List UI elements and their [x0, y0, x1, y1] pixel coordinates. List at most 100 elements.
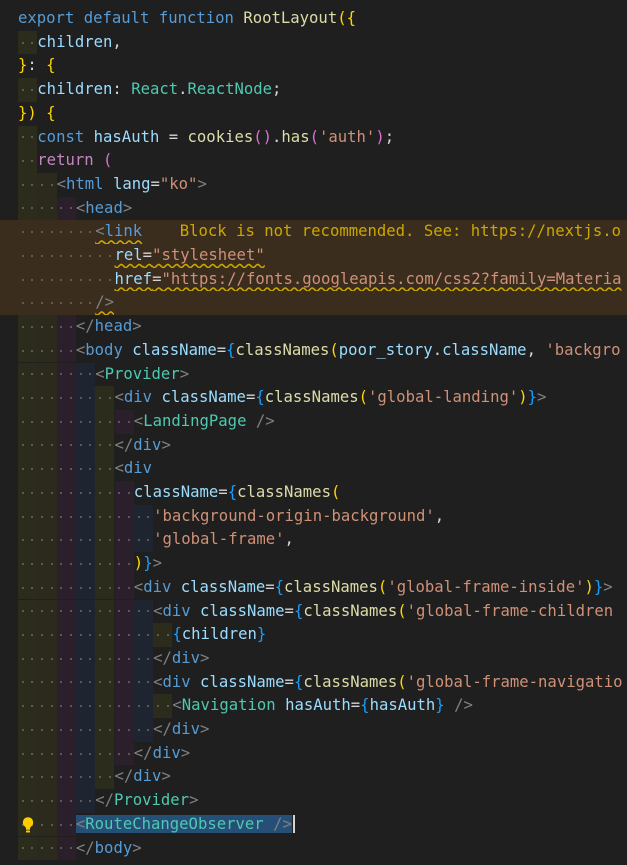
code-line[interactable]: </div> — [0, 741, 627, 766]
whitespace-dot — [70, 728, 73, 731]
whitespace-dot — [108, 254, 111, 257]
code-line[interactable]: <Navigation hasAuth={hasAuth} /> — [0, 694, 627, 718]
code-line[interactable]: <div className={classNames('global-frame… — [0, 599, 627, 624]
whitespace-dot — [79, 562, 82, 565]
code-token: , — [284, 530, 294, 549]
code-token: { — [46, 56, 56, 75]
whitespace-dot — [147, 515, 150, 518]
code-token: : — [27, 56, 47, 75]
code-line[interactable]: className={classNames( — [0, 481, 627, 505]
whitespace-dot — [41, 657, 44, 660]
whitespace-dot — [79, 705, 82, 708]
code-line[interactable]: rel="stylesheet" — [0, 244, 627, 268]
whitespace-dot — [127, 634, 130, 637]
code-line[interactable]: }: { — [0, 54, 627, 78]
code-token: hasAuth — [369, 696, 436, 715]
code-token: { — [293, 672, 304, 691]
code-token: > — [603, 577, 613, 596]
code-line[interactable]: children, — [0, 30, 627, 55]
whitespace-dot — [21, 349, 24, 352]
code-line[interactable]: <div — [0, 457, 627, 481]
code-text: <LandingPage /> — [134, 410, 275, 434]
code-line[interactable]: 'background-origin-background', — [0, 504, 627, 529]
code-text: const hasAuth = cookies().has('auth'); — [37, 126, 394, 150]
indent-guide — [18, 504, 38, 529]
code-line[interactable]: {children} — [0, 623, 627, 647]
code-token: < — [172, 696, 182, 715]
whitespace-dot — [50, 823, 53, 826]
lightbulb-icon[interactable] — [20, 816, 36, 834]
code-line[interactable]: <body className={classNames(poor_story.c… — [0, 338, 627, 363]
code-line[interactable]: <RouteChangeObserver /> — [0, 812, 627, 837]
code-token: div — [171, 720, 201, 738]
code-token: { — [274, 577, 285, 596]
code-line[interactable]: <LandingPage /> — [0, 409, 627, 434]
whitespace-dot — [108, 657, 111, 660]
code-token: > — [200, 720, 210, 738]
code-text: </div> — [115, 434, 171, 458]
code-line[interactable]: </div> — [0, 646, 627, 671]
code-token: = — [159, 127, 188, 146]
whitespace-dot — [41, 349, 44, 352]
code-token: > — [161, 767, 171, 786]
code-token: < — [133, 577, 144, 596]
indent-guide — [133, 670, 154, 695]
code-text: }: { — [18, 54, 56, 78]
indent-guide — [75, 528, 96, 553]
indent-guide — [133, 646, 154, 671]
code-line[interactable]: export default function RootLayout({ — [0, 7, 627, 31]
code-line[interactable]: </head> — [0, 315, 627, 339]
code-line[interactable]: <div className={classNames('global-frame… — [0, 575, 627, 600]
code-line[interactable]: return ( — [0, 149, 627, 173]
code-token: < — [75, 198, 86, 217]
code-line[interactable]: <link Block is not recommended. See: http… — [0, 220, 627, 244]
code-line[interactable]: href="https://fonts.googleapis.com/css2?… — [0, 267, 627, 292]
code-line[interactable]: const hasAuth = cookies().has('auth'); — [0, 125, 627, 150]
indent-guide — [133, 718, 154, 742]
code-line[interactable]: </Provider> — [0, 789, 627, 813]
indent-guide — [18, 30, 38, 55]
indent-guide — [75, 741, 96, 766]
code-line[interactable]: <head> — [0, 196, 627, 221]
code-line[interactable]: <Provider> — [0, 362, 627, 387]
code-token: has — [281, 127, 310, 146]
whitespace-dot — [79, 420, 82, 423]
warning-squiggle: rel="stylesheet" — [115, 246, 265, 264]
code-line[interactable]: /> — [0, 291, 627, 316]
code-line[interactable]: </div> — [0, 718, 627, 742]
code-token: LandingPage — [143, 411, 247, 430]
code-line[interactable]: }) { — [0, 102, 627, 126]
code-line[interactable]: <div className={classNames('global-frame… — [0, 670, 627, 695]
code-line[interactable]: </div> — [0, 433, 627, 458]
whitespace-dot — [21, 586, 24, 589]
whitespace-dot — [41, 254, 44, 257]
code-text: <div className={classNames('global-frame… — [134, 576, 613, 600]
code-line[interactable]: )}> — [0, 552, 627, 576]
code-text: </div> — [115, 765, 171, 789]
code-line[interactable]: 'global-frame', — [0, 528, 627, 553]
code-token: : — [112, 80, 132, 99]
code-text: children, — [37, 31, 122, 55]
indent-guide — [76, 268, 95, 292]
whitespace-dot — [99, 254, 102, 257]
code-token: /> — [95, 293, 114, 312]
whitespace-dot — [79, 752, 82, 755]
whitespace-dot — [50, 420, 53, 423]
inline-warning-message: Block is not recommended. See: https://n… — [179, 222, 621, 241]
code-line[interactable]: children: React.ReactNode; — [0, 78, 627, 102]
code-line[interactable]: <div className={classNames('global-landi… — [0, 386, 627, 410]
code-editor[interactable]: export default function RootLayout({chil… — [0, 0, 627, 865]
indent-guide — [75, 552, 96, 576]
code-token: ( — [358, 388, 369, 407]
whitespace-dot — [21, 41, 24, 44]
code-token: RootLayout — [243, 9, 338, 27]
whitespace-dot — [137, 515, 140, 518]
code-line[interactable]: </body> — [0, 836, 627, 861]
code-line[interactable]: <html lang="ko"> — [0, 172, 627, 197]
code-token: "stylesheet" — [152, 246, 265, 264]
whitespace-dot — [50, 752, 53, 755]
code-line[interactable]: </div> — [0, 765, 627, 790]
code-token: ( — [103, 151, 113, 170]
whitespace-dot — [41, 752, 44, 755]
